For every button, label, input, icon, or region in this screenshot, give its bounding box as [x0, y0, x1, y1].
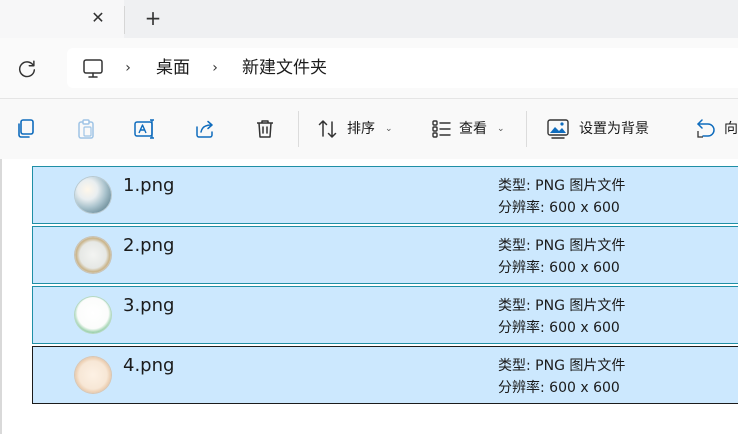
file-row[interactable]: 2.png 类型: PNG 图片文件 分辨率: 600 x 600 [32, 226, 738, 284]
address-row: › 桌面 › 新建文件夹 [0, 38, 738, 98]
view-label: 查看 [459, 121, 487, 137]
file-name: 1.png [123, 175, 175, 196]
file-type: 类型: PNG 图片文件 [498, 358, 626, 374]
file-resolution: 分辨率: 600 x 600 [498, 380, 620, 396]
toolbar-divider [526, 111, 527, 147]
navigation-pane-edge [0, 159, 2, 434]
file-name: 4.png [123, 355, 175, 376]
plus-icon[interactable]: + [143, 8, 163, 28]
sort-button[interactable]: 排序 ⌄ [316, 99, 400, 159]
breadcrumb-new-folder[interactable]: 新建文件夹 [242, 57, 327, 79]
delete-icon[interactable] [253, 117, 277, 141]
file-type: 类型: PNG 图片文件 [498, 238, 626, 254]
share-icon[interactable] [193, 117, 217, 141]
file-row[interactable]: 4.png 类型: PNG 图片文件 分辨率: 600 x 600 [32, 346, 738, 404]
copy-icon[interactable] [14, 117, 38, 141]
image-thumbnail [75, 237, 111, 273]
toolbar-divider [298, 111, 299, 147]
file-type: 类型: PNG 图片文件 [498, 298, 626, 314]
tab-divider [124, 6, 125, 34]
view-button[interactable]: 查看 ⌄ [430, 99, 510, 159]
address-bar[interactable]: › 桌面 › 新建文件夹 [67, 48, 738, 88]
rotate-label: 向 [724, 121, 738, 137]
command-bar: 排序 ⌄ 查看 ⌄ 设置为背景 向 [0, 98, 738, 160]
rename-icon[interactable] [133, 117, 157, 141]
image-thumbnail [75, 177, 111, 213]
set-background-icon [547, 119, 569, 139]
breadcrumb-desktop[interactable]: 桌面 [156, 57, 190, 79]
sort-label: 排序 [347, 121, 375, 137]
rotate-left-icon [697, 119, 715, 138]
file-row[interactable]: 1.png 类型: PNG 图片文件 分辨率: 600 x 600 [32, 166, 738, 224]
active-tab[interactable]: ✕ [0, 0, 124, 38]
chevron-right-icon: › [125, 60, 131, 76]
file-name: 2.png [123, 235, 175, 256]
file-type: 类型: PNG 图片文件 [498, 178, 626, 194]
chevron-down-icon: ⌄ [385, 124, 393, 134]
chevron-down-icon: ⌄ [497, 124, 505, 134]
file-resolution: 分辨率: 600 x 600 [498, 320, 620, 336]
file-list: 1.png 类型: PNG 图片文件 分辨率: 600 x 600 2.png … [0, 159, 738, 434]
file-name: 3.png [123, 295, 175, 316]
set-as-background-button[interactable]: 设置为背景 [546, 99, 666, 159]
close-icon[interactable]: ✕ [88, 8, 108, 28]
set-background-label: 设置为背景 [579, 121, 649, 137]
chevron-right-icon: › [212, 60, 218, 76]
image-thumbnail [75, 297, 111, 333]
file-resolution: 分辨率: 600 x 600 [498, 260, 620, 276]
file-resolution: 分辨率: 600 x 600 [498, 200, 620, 216]
image-thumbnail [75, 357, 111, 393]
this-pc-icon[interactable] [81, 56, 105, 80]
refresh-icon[interactable] [16, 58, 38, 80]
view-list-icon [432, 120, 451, 138]
file-row[interactable]: 3.png 类型: PNG 图片文件 分辨率: 600 x 600 [32, 286, 738, 344]
paste-icon[interactable] [74, 117, 98, 141]
sort-icon [318, 120, 337, 138]
tab-strip: ✕ + [0, 0, 738, 38]
rotate-button[interactable]: 向 [694, 99, 738, 159]
